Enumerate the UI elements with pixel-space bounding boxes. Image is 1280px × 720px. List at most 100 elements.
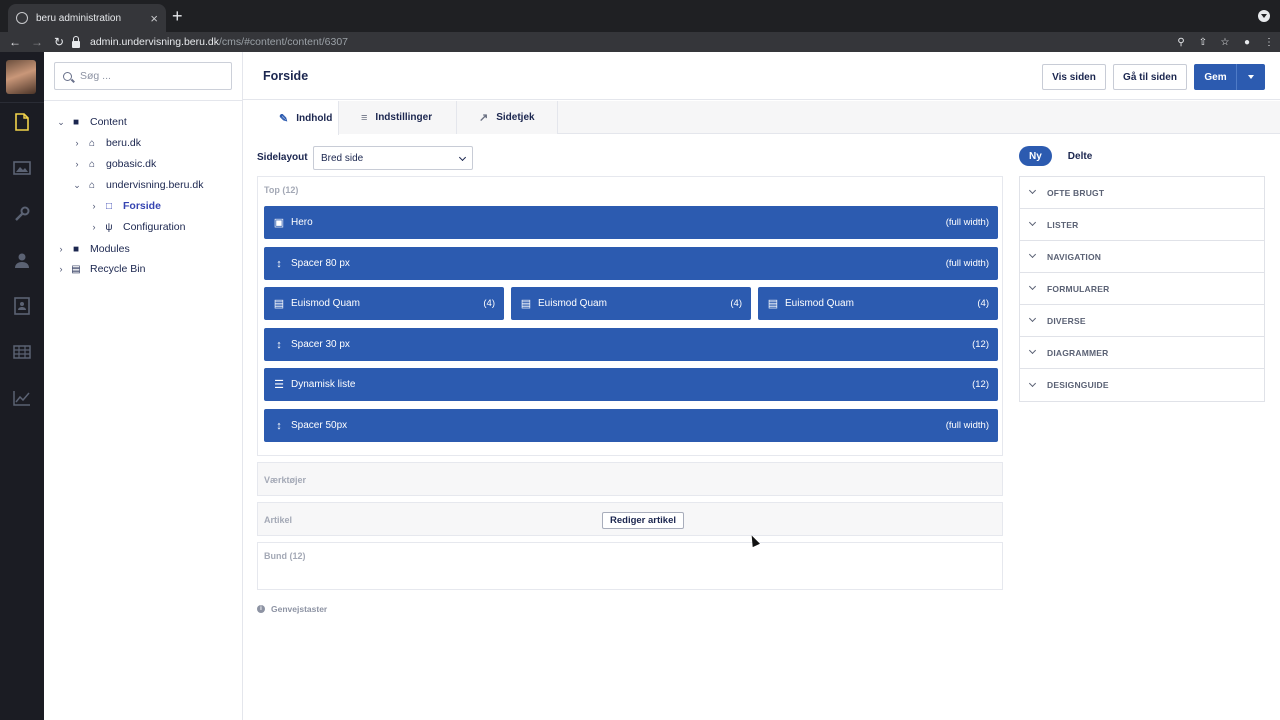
tree-node-content[interactable]: ⌄ ■ Content [54, 114, 127, 130]
chevron-right-icon[interactable]: › [87, 222, 101, 232]
library-section-charts[interactable]: DIAGRAMMER [1020, 337, 1264, 369]
section-label: LISTER [1047, 219, 1079, 230]
zone-bottom[interactable]: Bund (12) [257, 542, 1003, 590]
tab-sidetjek[interactable]: ↗ Sidetjek [457, 101, 558, 134]
zone-tools[interactable]: Værktøjer [257, 462, 1003, 496]
tabs-spacer [243, 101, 257, 134]
chevron-down-icon[interactable]: ⌄ [70, 180, 84, 191]
spacer-icon: ↕ [276, 338, 282, 351]
trash-icon: ▤ [71, 263, 81, 275]
tables-icon[interactable] [12, 342, 32, 362]
tree-node-forside[interactable]: › □ Forside [87, 198, 161, 214]
url-host: admin.undervisning.beru.dk [90, 36, 219, 48]
document-icon: ▤ [767, 298, 779, 310]
chevron-right-icon[interactable]: › [54, 264, 68, 274]
close-tab-icon[interactable]: × [150, 11, 158, 26]
block-name: Spacer 80 px [291, 258, 350, 269]
library-section-lists[interactable]: LISTER [1020, 209, 1264, 241]
new-tab-button[interactable]: + [172, 6, 183, 26]
back-icon[interactable]: ← [4, 35, 26, 49]
share-icon[interactable]: ⇧ [1192, 37, 1214, 48]
content-icon[interactable] [12, 112, 32, 132]
edit-icon: ✎ [279, 112, 289, 125]
block-size: (4) [977, 298, 989, 309]
library-section-frequent[interactable]: OFTE BRUGT [1020, 177, 1264, 209]
block-size: (full width) [945, 217, 989, 228]
tab-indhold[interactable]: ✎ Indhold [257, 101, 339, 135]
block-document[interactable]: ▤ Euismod Quam (4) [264, 287, 504, 320]
tree-node-recycle-bin[interactable]: › ▤ Recycle Bin [54, 261, 146, 277]
browser-tab[interactable]: beru administration × [8, 4, 166, 32]
chevron-down-icon [1028, 282, 1037, 291]
block-name: Spacer 50px [291, 420, 348, 431]
block-hero[interactable]: ▣ Hero (full width) [264, 206, 998, 239]
tree-node-configuration[interactable]: › ψ Configuration [87, 219, 186, 235]
library-toggle: Ny Delte [1019, 146, 1108, 166]
tools-icon[interactable] [12, 204, 32, 224]
tab-indstillinger[interactable]: ≡ Indstillinger [339, 101, 457, 134]
forms-icon[interactable] [12, 296, 32, 316]
view-page-button[interactable]: Vis siden [1042, 64, 1106, 90]
tree-node-label: undervisning.beru.dk [106, 179, 204, 191]
chart-line-icon: ↗ [479, 112, 489, 124]
chevron-down-icon [1028, 314, 1037, 323]
home-icon: ⌂ [88, 179, 96, 191]
chevron-right-icon[interactable]: › [87, 201, 101, 211]
sliders-icon: ≡ [361, 111, 368, 124]
block-document[interactable]: ▤ Euismod Quam (4) [758, 287, 998, 320]
profile-icon[interactable]: ● [1236, 37, 1258, 48]
tree-node-modules[interactable]: › ■ Modules [54, 241, 130, 257]
pill-new[interactable]: Ny [1019, 146, 1052, 166]
block-spacer[interactable]: ↕ Spacer 80 px (full width) [264, 247, 998, 280]
tree-node-beru[interactable]: › ⌂ beru.dk [70, 135, 142, 151]
chevron-down-icon [1028, 186, 1037, 195]
keyboard-shortcuts-link[interactable]: i Genvejstaster [257, 604, 327, 614]
block-spacer[interactable]: ↕ Spacer 30 px (12) [264, 328, 998, 361]
avatar[interactable] [6, 60, 36, 94]
layout-selected-value: Bred side [321, 152, 364, 164]
block-dynamic-list[interactable]: ☰ Dynamisk liste (12) [264, 368, 998, 401]
block-spacer[interactable]: ↕ Spacer 50px (full width) [264, 409, 998, 442]
chevron-right-icon[interactable]: › [70, 159, 84, 169]
tab-search-icon[interactable] [1258, 10, 1270, 22]
chevron-right-icon[interactable]: › [54, 244, 68, 254]
shortcuts-label: Genvejstaster [271, 604, 328, 614]
chevron-right-icon[interactable]: › [70, 138, 84, 148]
forward-icon[interactable]: → [26, 35, 48, 49]
info-icon: i [257, 605, 265, 613]
analytics-icon[interactable] [12, 388, 32, 408]
bookmark-star-icon[interactable]: ☆ [1214, 37, 1236, 48]
folder-icon: ■ [72, 116, 80, 128]
content-tree-panel: Søg ... ⌄ ■ Content › ⌂ beru.dk › ⌂ goba… [44, 52, 243, 720]
section-label: NAVIGATION [1047, 251, 1102, 262]
save-button[interactable]: Gem [1194, 64, 1237, 90]
reload-icon[interactable]: ↻ [48, 35, 70, 49]
folder-icon: ■ [72, 243, 80, 255]
media-icon[interactable] [12, 158, 32, 178]
cms-app: Søg ... ⌄ ■ Content › ⌂ beru.dk › ⌂ goba… [0, 52, 1280, 720]
chevron-down-icon[interactable]: ⌄ [54, 117, 68, 128]
save-options-chevron-icon[interactable] [1236, 64, 1265, 90]
goto-page-button[interactable]: Gå til siden [1113, 64, 1187, 90]
block-document[interactable]: ▤ Euismod Quam (4) [511, 287, 751, 320]
edit-article-button[interactable]: Rediger artikel [602, 512, 684, 529]
menu-icon[interactable]: ⋮ [1258, 37, 1280, 48]
tree-node-undervisning[interactable]: ⌄ ⌂ undervisning.beru.dk [70, 177, 203, 193]
zoom-icon[interactable]: ⚲ [1170, 37, 1192, 48]
pill-shared[interactable]: Delte [1058, 146, 1102, 166]
block-name: Euismod Quam [291, 298, 360, 309]
layout-select[interactable]: Bred side [313, 146, 473, 170]
chevron-down-icon [1028, 379, 1037, 387]
address-bar[interactable]: admin.undervisning.beru.dk/cms/#content/… [72, 32, 1152, 52]
document-icon: ▤ [273, 298, 285, 310]
search-placeholder: Søg ... [80, 70, 111, 82]
tree-node-label: Configuration [123, 221, 186, 233]
users-icon[interactable] [12, 250, 32, 270]
library-section-navigation[interactable]: NAVIGATION [1020, 241, 1264, 273]
library-section-designguide[interactable]: DESIGNGUIDE [1020, 369, 1264, 401]
library-section-misc[interactable]: DIVERSE [1020, 305, 1264, 337]
library-section-forms[interactable]: FORMULARER [1020, 273, 1264, 305]
tree-node-gobasic[interactable]: › ⌂ gobasic.dk [70, 156, 157, 172]
browser-tab-title: beru administration [36, 12, 122, 24]
search-input[interactable]: Søg ... [54, 62, 232, 90]
